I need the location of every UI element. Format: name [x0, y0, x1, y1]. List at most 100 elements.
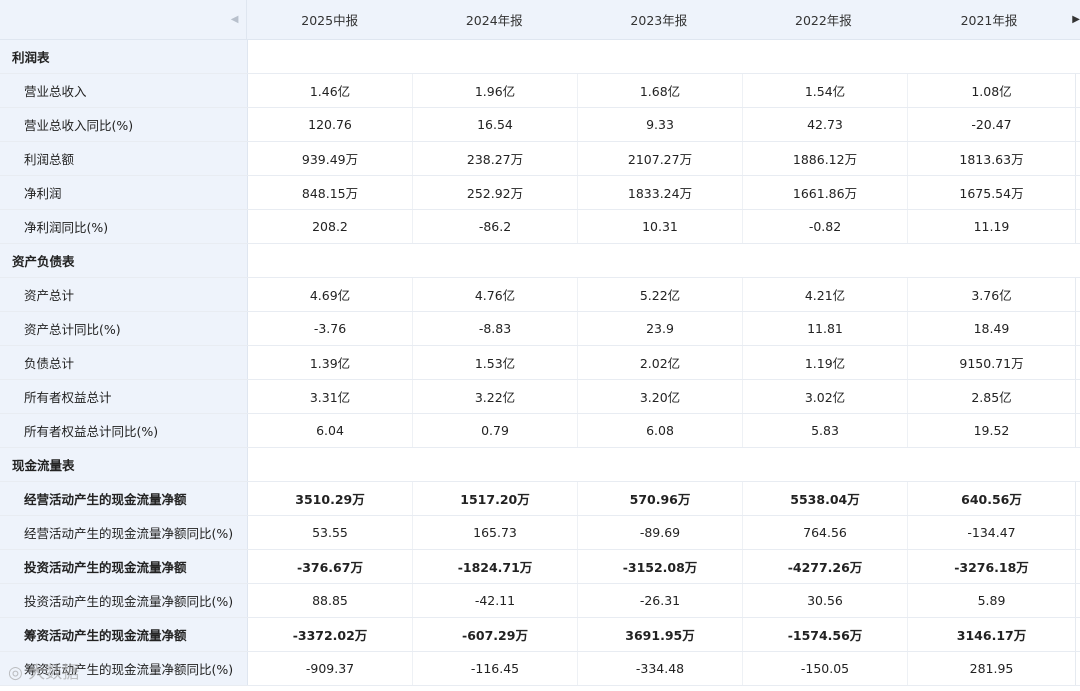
value-cell: 1517.20万	[413, 482, 578, 515]
column-header[interactable]: 2022年报	[741, 0, 906, 39]
table-row: 投资活动产生的现金流量净额同比(%) 88.85 -42.11 -26.31 30.56…	[0, 584, 1080, 618]
overflow-edge	[1075, 584, 1080, 617]
row-label: 筹资活动产生的现金流量净额同比(%)	[0, 652, 248, 685]
value-cell: 5.22亿	[578, 278, 743, 311]
value-cell: -3372.02万	[248, 618, 413, 651]
value-cell: 4.69亿	[248, 278, 413, 311]
value-cell: -334.48	[578, 652, 743, 685]
value-cell: 88.85	[248, 584, 413, 617]
value-cell: -0.82	[743, 210, 908, 243]
column-header[interactable]: 2021年报	[906, 0, 1073, 39]
financial-table: ◀ 2025中报 2024年报 2023年报 2022年报 2021年报 ▶ 利…	[0, 0, 1080, 686]
overflow-edge	[1075, 74, 1080, 107]
table-row: 资产总计同比(%) -3.76 -8.83 23.9 11.81 18.49	[0, 312, 1080, 346]
table-row: 利润总额 939.49万 238.27万 2107.27万 1886.12万 1813.6…	[0, 142, 1080, 176]
value-cell: 5538.04万	[743, 482, 908, 515]
value-cell: 5.89	[977, 593, 1006, 608]
section-title: 资产负债表	[0, 244, 248, 277]
overflow-edge	[1075, 482, 1080, 515]
value-cell: -116.45	[413, 652, 578, 685]
value-cell: 165.73	[413, 516, 578, 549]
value-cell: 848.15万	[248, 176, 413, 209]
value-cell: 2107.27万	[578, 142, 743, 175]
table-row: 所有者权益总计 3.31亿 3.22亿 3.20亿 3.02亿 2.85亿	[0, 380, 1080, 414]
table-row: 投资活动产生的现金流量净额 -376.67万 -1824.71万 -3152.08万 -…	[0, 550, 1080, 584]
value-cell: 6.08	[578, 414, 743, 447]
column-header[interactable]: 2024年报	[412, 0, 577, 39]
row-label: 营业总收入同比(%)	[0, 108, 248, 141]
overflow-edge	[1075, 652, 1080, 685]
section-filler	[248, 244, 1080, 277]
value-cell: -3152.08万	[578, 550, 743, 583]
section-filler	[248, 40, 1080, 73]
row-label: 营业总收入	[0, 74, 248, 107]
value-cell: 3.20亿	[578, 380, 743, 413]
value-cell: 16.54	[413, 108, 578, 141]
value-cell: 1.54亿	[743, 74, 908, 107]
scroll-left-button[interactable]: ◀	[0, 0, 248, 39]
table-row: 经营活动产生的现金流量净额 3510.29万 1517.20万 570.96万 5538…	[0, 482, 1080, 516]
value-cell: 252.92万	[413, 176, 578, 209]
value-cell: 570.96万	[578, 482, 743, 515]
value-cell: 3691.95万	[578, 618, 743, 651]
scroll-right-button[interactable]: ▶	[1072, 0, 1080, 39]
table-row: 负债总计 1.39亿 1.53亿 2.02亿 1.19亿 9150.71万	[0, 346, 1080, 380]
value-cell: 3.22亿	[413, 380, 578, 413]
value-cell: 3510.29万	[248, 482, 413, 515]
value-cell: 3.31亿	[248, 380, 413, 413]
value-cell: 5.83	[743, 414, 908, 447]
value-cell: -42.11	[413, 584, 578, 617]
value-cell: -909.37	[248, 652, 413, 685]
section-filler	[248, 448, 1080, 481]
value-cell: -8.83	[413, 312, 578, 345]
row-label: 所有者权益总计同比(%)	[0, 414, 248, 447]
value-cell: -86.2	[413, 210, 578, 243]
value-cell: 1.08亿	[971, 84, 1012, 99]
table-row: 净利润 848.15万 252.92万 1833.24万 1661.86万 1675.54…	[0, 176, 1080, 210]
overflow-edge	[1075, 346, 1080, 379]
overflow-edge	[1075, 550, 1080, 583]
value-cell: 2.02亿	[578, 346, 743, 379]
table-row: 筹资活动产生的现金流量净额 -3372.02万 -607.29万 3691.95万 -1…	[0, 618, 1080, 652]
value-cell: -20.47	[971, 117, 1012, 132]
value-cell: 2.85亿	[971, 390, 1012, 405]
value-cell: 1.46亿	[248, 74, 413, 107]
value-cell: 1833.24万	[578, 176, 743, 209]
column-header[interactable]: 2025中报	[247, 0, 412, 39]
value-cell: 208.2	[248, 210, 413, 243]
value-cell: 0.79	[413, 414, 578, 447]
caret-left-icon: ◀	[230, 14, 239, 25]
value-cell: 1813.63万	[959, 152, 1024, 167]
overflow-edge	[1075, 176, 1080, 209]
table-row: 净利润同比(%) 208.2 -86.2 10.31 -0.82 11.19	[0, 210, 1080, 244]
column-header[interactable]: 2023年报	[577, 0, 742, 39]
value-cell: -134.47	[967, 525, 1016, 540]
overflow-edge	[1075, 414, 1080, 447]
value-cell: -3.76	[248, 312, 413, 345]
value-cell: 30.56	[743, 584, 908, 617]
overflow-edge	[1075, 380, 1080, 413]
value-cell: 11.19	[973, 219, 1010, 234]
section-header-row: 现金流量表	[0, 448, 1080, 482]
overflow-edge	[1075, 312, 1080, 345]
value-cell: 1.39亿	[248, 346, 413, 379]
value-cell: -89.69	[578, 516, 743, 549]
overflow-edge	[1075, 108, 1080, 141]
row-label: 所有者权益总计	[0, 380, 248, 413]
overflow-edge	[1075, 210, 1080, 243]
value-cell: 3146.17万	[956, 628, 1027, 643]
section-header-row: 资产负债表	[0, 244, 1080, 278]
table-row: 筹资活动产生的现金流量净额同比(%) -909.37 -116.45 -334.48-…	[0, 652, 1080, 686]
value-cell: 281.95	[969, 661, 1014, 676]
value-cell: 4.21亿	[743, 278, 908, 311]
overflow-edge	[1075, 618, 1080, 651]
row-label: 净利润同比(%)	[0, 210, 248, 243]
value-cell: 120.76	[248, 108, 413, 141]
value-cell: 53.55	[248, 516, 413, 549]
value-cell: -607.29万	[413, 618, 578, 651]
value-cell: -376.67万	[248, 550, 413, 583]
value-cell: -3276.18万	[954, 560, 1029, 575]
value-cell: 18.49	[973, 321, 1010, 336]
value-cell: 10.31	[578, 210, 743, 243]
value-cell: 4.76亿	[413, 278, 578, 311]
